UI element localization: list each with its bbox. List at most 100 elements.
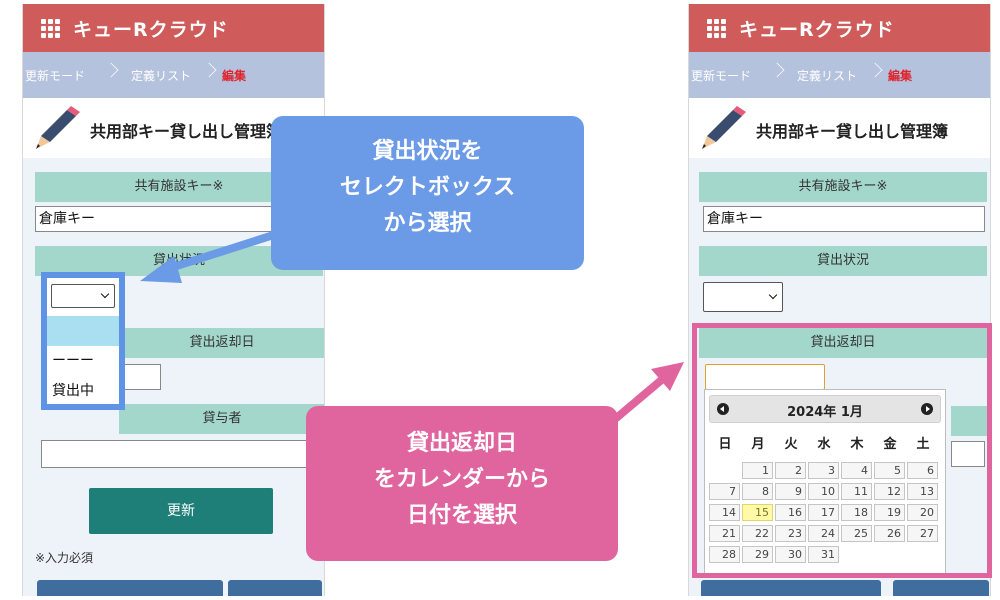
status-option-lent[interactable]: 貸出中 [47,376,119,406]
chevron-right-icon [769,62,785,78]
calendar-day[interactable]: 4 [841,462,872,479]
page-title: 共用部キー貸し出し管理簿 [90,122,283,141]
footer-button-right[interactable] [893,580,989,596]
calendar-day[interactable]: 27 [907,525,938,542]
facility-key-label: 共有施設キー※ [699,172,987,202]
facility-key-input[interactable]: 倉庫キー [703,206,985,232]
calendar-day[interactable]: 30 [775,546,806,563]
callout-select-status: 貸出状況を セレクトボックス から選択 [271,116,584,270]
chevron-right-icon [201,62,217,78]
chevron-down-icon [100,289,110,299]
calendar-day[interactable]: 11 [841,483,872,500]
calendar-day[interactable]: 22 [742,525,773,542]
status-label: 貸出状況 [699,246,987,276]
lender-input[interactable] [951,441,985,467]
callout-pink-line-3: 日付を選択 [406,503,517,528]
calendar-day[interactable]: 3 [808,462,839,479]
update-button[interactable]: 更新 [89,488,273,534]
next-month-icon[interactable] [921,403,933,415]
calendar-day[interactable]: 12 [874,483,905,500]
weekday-header: 金 [883,437,897,452]
status-select[interactable] [703,282,783,312]
pencil-icon [36,106,80,149]
breadcrumb-list[interactable]: 定義リスト [131,67,191,84]
calendar-day[interactable]: 5 [874,462,905,479]
breadcrumb-current: 編集 [222,69,247,83]
calendar-day[interactable]: 23 [775,525,806,542]
breadcrumb-list[interactable]: 定義リスト [797,67,857,84]
calendar-day-today[interactable]: 15 [742,504,773,521]
app-header: キューRクラウド [689,4,990,52]
calendar-day[interactable]: 14 [709,504,740,521]
breadcrumb-mode[interactable]: 更新モード [25,67,85,84]
chevron-right-icon [867,62,883,78]
page-header: 共用部キー貸し出し管理簿 [689,98,990,158]
weekday-header: 水 [817,437,831,452]
calendar-day[interactable]: 26 [874,525,905,542]
callout-blue-line-3: から選択 [383,211,472,236]
lender-label [951,406,987,436]
pink-arrowhead [651,362,684,391]
menu-grid-icon[interactable] [707,19,727,39]
calendar-day[interactable]: 17 [808,504,839,521]
footer-button-right[interactable] [228,580,322,596]
lender-label: 貸与者 [119,404,324,434]
pencil-icon [702,106,746,149]
callout-pink-line-2: をカレンダーから [373,467,550,492]
lender-input[interactable] [41,440,324,468]
calendar-day[interactable]: 28 [709,546,740,563]
page-title: 共用部キー貸し出し管理簿 [756,122,949,141]
footer-button-left[interactable] [701,580,881,596]
callout-blue-line-2: セレクトボックス [339,175,516,200]
calendar-day[interactable]: 29 [742,546,773,563]
calendar-day[interactable]: 1 [742,462,773,479]
calendar-day[interactable]: 10 [808,483,839,500]
calendar-day[interactable]: 21 [709,525,740,542]
required-note: ※入力必須 [35,551,94,565]
weekday-header: 木 [850,437,864,452]
calendar-day[interactable]: 2 [775,462,806,479]
calendar-month-title: 2024年 1月 [787,405,863,420]
return-date-input[interactable] [119,364,161,390]
calendar-day[interactable]: 7 [709,483,740,500]
calendar-day[interactable]: 18 [841,504,872,521]
breadcrumb-current: 編集 [888,69,913,83]
chevron-down-icon [768,290,778,300]
calendar-day[interactable]: 9 [775,483,806,500]
left-phone-screen: キューRクラウド 更新モード 定義リスト 編集 共用部キー貸し出し管理簿 共有施… [22,4,325,596]
return-date-label: 貸出返却日 [699,328,987,358]
chevron-right-icon [103,62,119,78]
weekday-header: 土 [916,437,930,452]
calendar-day[interactable]: 6 [907,462,938,479]
calendar-day[interactable]: 13 [907,483,938,500]
calendar-day[interactable]: 16 [775,504,806,521]
callout-blue-line-1: 貸出状況を [372,139,483,164]
callout-select-date: 貸出返却日 をカレンダーから 日付を選択 [306,406,618,561]
breadcrumb-mode[interactable]: 更新モード [691,67,751,84]
calendar-day[interactable]: 8 [742,483,773,500]
menu-grid-icon[interactable] [41,19,61,39]
app-header: キューRクラウド [23,4,324,52]
status-select-dropdown[interactable]: ーーー 貸出中 [41,272,125,410]
footer-button-left[interactable] [37,580,223,596]
return-date-label: 貸出返却日 [119,328,324,358]
status-option-blank[interactable] [47,316,119,346]
weekday-header: 火 [784,437,798,452]
app-title: キューRクラウド [739,19,895,41]
calendar-day[interactable]: 24 [808,525,839,542]
calendar-day[interactable]: 25 [841,525,872,542]
calendar-day[interactable]: 19 [874,504,905,521]
calendar-day[interactable]: 31 [808,546,839,563]
weekday-header: 月 [751,437,765,452]
callout-pink-line-1: 貸出返却日 [406,431,517,456]
return-date-input[interactable] [705,364,825,390]
pink-arrow-line [611,373,668,424]
calendar-header: 2024年 1月 [709,395,941,423]
status-option-none[interactable]: ーーー [47,346,119,376]
app-title: キューRクラウド [73,19,229,41]
status-select[interactable] [51,284,115,308]
breadcrumb: 更新モード 定義リスト 編集 [689,52,990,98]
date-picker: 2024年 1月 日月火水木金土 1 2 3 4 5 6 7 8 9 10 11 12 13 14 15 16 1… [704,389,946,577]
weekday-header: 日 [718,437,732,452]
calendar-day[interactable]: 20 [907,504,938,521]
